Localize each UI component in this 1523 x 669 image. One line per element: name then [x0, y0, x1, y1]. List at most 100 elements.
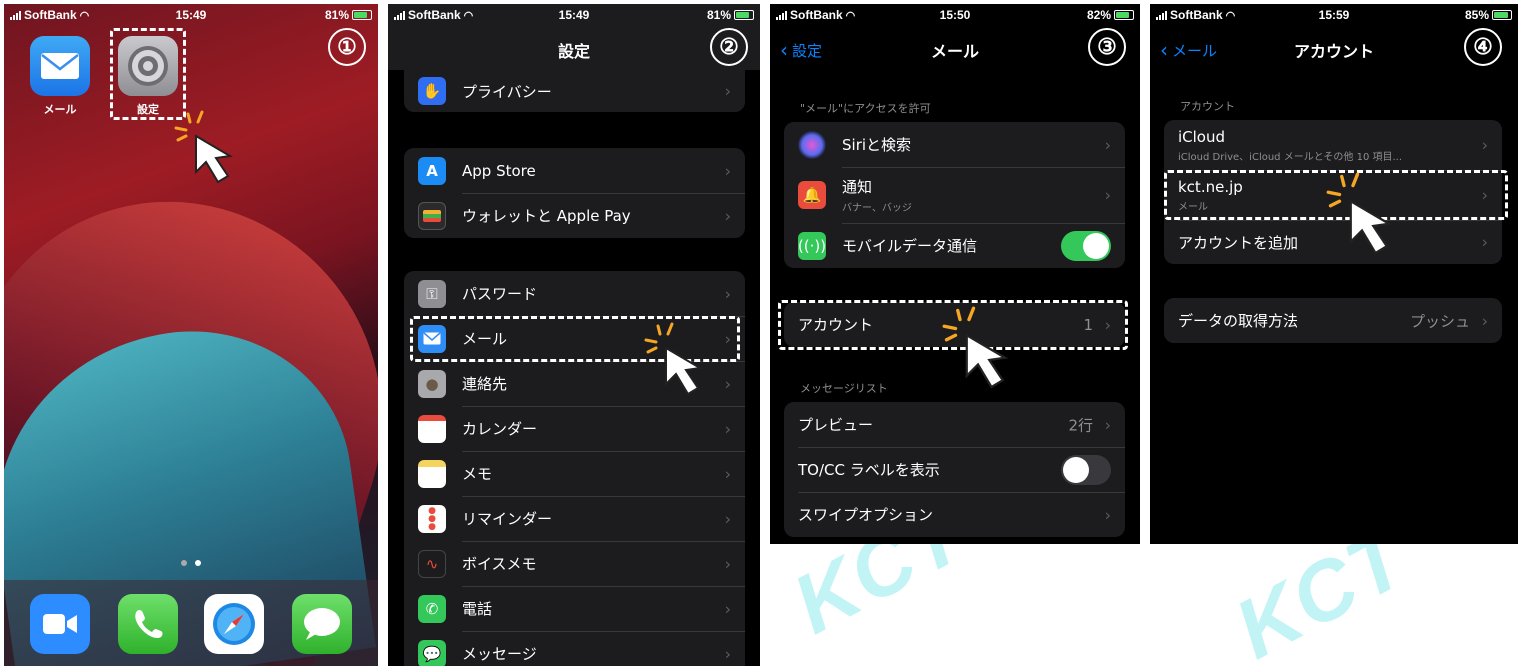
mail-row-notifications[interactable]: 🔔 通知 バナー、バッジ ›	[784, 167, 1125, 223]
row-label: ウォレットと Apple Pay	[462, 207, 631, 225]
safari-icon	[213, 603, 255, 645]
settings-row-calendar[interactable]: カレンダー ›	[404, 406, 745, 451]
tap-pointer-icon	[174, 110, 233, 184]
row-label: パスワード	[462, 285, 538, 303]
mail-app-icon[interactable]	[30, 36, 90, 96]
status-time: 15:49	[558, 8, 590, 22]
nav-bar: 設定	[388, 26, 760, 70]
status-bar: SoftBank ◠ 15:49 81%	[4, 4, 378, 26]
home-screen: SoftBank ◠ 15:49 81% ① メール 設定	[4, 4, 378, 666]
chevron-right-icon: ›	[1104, 135, 1111, 154]
notifications-icon: 🔔	[798, 181, 826, 209]
status-time: 15:49	[175, 8, 207, 22]
row-label: スワイプオプション	[798, 506, 934, 524]
row-value: プッシュ	[1409, 312, 1470, 330]
row-label: プレビュー	[798, 416, 874, 434]
tocc-toggle[interactable]	[1061, 454, 1111, 485]
wallet-icon	[418, 201, 446, 230]
row-label: カレンダー	[462, 420, 538, 438]
settings-row-messages[interactable]: 💬 メッセージ ›	[404, 631, 745, 666]
step-number: ②	[710, 28, 748, 66]
siri-icon	[798, 130, 826, 159]
battery-percent: 82%	[1086, 8, 1111, 22]
account-row-icloud[interactable]: iCloud iCloud Drive、iCloud メールとその他 10 項目…	[1164, 120, 1502, 170]
settings-screen: SoftBank ◠ 15:49 81% 設定 ② ✋ プライバシー › A Ap…	[388, 4, 760, 666]
row-label: 通知	[842, 178, 873, 196]
app-label: メール	[43, 103, 77, 116]
page-indicator	[4, 560, 378, 566]
mail-row-swipe-options[interactable]: スワイプオプション ›	[784, 492, 1125, 537]
battery-percent: 85%	[1464, 8, 1489, 22]
row-label: プライバシー	[462, 82, 552, 101]
row-sublabel: iCloud Drive、iCloud メールとその他 10 項目...	[1178, 151, 1403, 163]
battery-icon	[734, 10, 754, 20]
status-bar: SoftBank ◠ 15:59 85%	[1150, 4, 1518, 26]
messages-app-icon[interactable]	[292, 594, 352, 654]
settings-group: データの取得方法 プッシュ ›	[1164, 298, 1502, 343]
chevron-right-icon: ›	[724, 509, 731, 528]
chevron-right-icon: ›	[724, 554, 731, 573]
phone-icon	[135, 609, 163, 639]
row-label: ボイスメモ	[462, 555, 537, 573]
notes-icon	[418, 459, 446, 488]
chevron-right-icon: ›	[1104, 185, 1111, 205]
row-label: App Store	[462, 161, 536, 180]
row-label: メモ	[462, 465, 493, 483]
contacts-icon: ●	[418, 369, 446, 398]
row-sublabel: バナー、バッジ	[842, 203, 912, 214]
mail-icon	[41, 53, 79, 79]
settings-group: プレビュー 2行 › TO/CC ラベルを表示 スワイプオプション ›	[784, 402, 1125, 537]
hand-icon: ✋	[418, 77, 446, 105]
accounts-screen: SoftBank ◠ 15:59 85% ‹ メール アカウント ④ アカウント i…	[1150, 4, 1518, 544]
section-header: メッセージリスト	[800, 382, 888, 395]
section-header: "メール"にアクセスを許可	[800, 102, 931, 115]
chevron-right-icon: ›	[724, 284, 731, 303]
phone-app-icon[interactable]	[118, 594, 178, 654]
settings-row-phone[interactable]: ✆ 電話 ›	[404, 586, 745, 631]
row-label: アカウントを追加	[1178, 233, 1299, 252]
settings-group: Siriと検索 › 🔔 通知 バナー、バッジ › ((·)) モバイルデータ通信	[784, 122, 1125, 268]
mail-row-siri-search[interactable]: Siriと検索 ›	[784, 122, 1125, 167]
settings-row-notes[interactable]: メモ ›	[404, 451, 745, 496]
chevron-right-icon: ›	[724, 81, 731, 101]
cellular-icon: ((·))	[798, 231, 826, 260]
settings-row-privacy[interactable]: ✋ プライバシー ›	[404, 70, 745, 112]
chevron-right-icon: ›	[1481, 135, 1488, 155]
settings-row-passwords[interactable]: ⚿ パスワード ›	[404, 271, 745, 316]
zoom-app-icon[interactable]	[30, 594, 90, 654]
calendar-icon	[418, 414, 446, 443]
step-number: ①	[328, 28, 366, 66]
settings-row-voice-memos[interactable]: ∿ ボイスメモ ›	[404, 541, 745, 586]
dock	[4, 580, 378, 666]
page-title: 設定	[557, 42, 590, 61]
page-title: アカウント	[1293, 42, 1374, 61]
mail-row-preview[interactable]: プレビュー 2行 ›	[784, 402, 1125, 447]
settings-group: A App Store › ウォレットと Apple Pay ›	[404, 148, 745, 238]
account-row-fetch-data[interactable]: データの取得方法 プッシュ ›	[1164, 298, 1502, 343]
chevron-right-icon: ›	[1481, 311, 1488, 330]
chevron-right-icon: ›	[724, 464, 731, 483]
reminders-icon: ● ● ●	[418, 504, 446, 533]
settings-row-app-store[interactable]: A App Store ›	[404, 148, 745, 193]
settings-row-reminders[interactable]: ● ● ● リマインダー ›	[404, 496, 745, 541]
cellular-toggle[interactable]	[1061, 230, 1111, 261]
row-label: 電話	[462, 600, 493, 618]
mail-settings-screen: SoftBank ◠ 15:50 82% ‹ 設定 メール ③ "メール"にアクセス…	[770, 4, 1140, 544]
battery-icon	[1492, 10, 1512, 20]
tap-pointer-icon	[644, 322, 703, 396]
status-bar: SoftBank ◠ 15:50 82%	[770, 4, 1140, 26]
tap-pointer-icon	[942, 306, 1009, 389]
settings-group: ✋ プライバシー ›	[404, 70, 745, 112]
chevron-right-icon: ›	[1481, 232, 1488, 252]
row-label: TO/CC ラベルを表示	[798, 461, 940, 479]
messages-icon: 💬	[418, 639, 446, 666]
safari-app-icon[interactable]	[204, 594, 264, 654]
chevron-right-icon: ›	[1104, 415, 1111, 434]
section-header: アカウント	[1180, 100, 1235, 113]
battery-icon	[1114, 10, 1134, 20]
battery-percent: 81%	[324, 8, 349, 22]
status-time: 15:50	[939, 8, 971, 22]
step-number: ④	[1464, 28, 1502, 66]
voice-memo-icon: ∿	[418, 549, 446, 578]
settings-row-wallet[interactable]: ウォレットと Apple Pay ›	[404, 193, 745, 238]
